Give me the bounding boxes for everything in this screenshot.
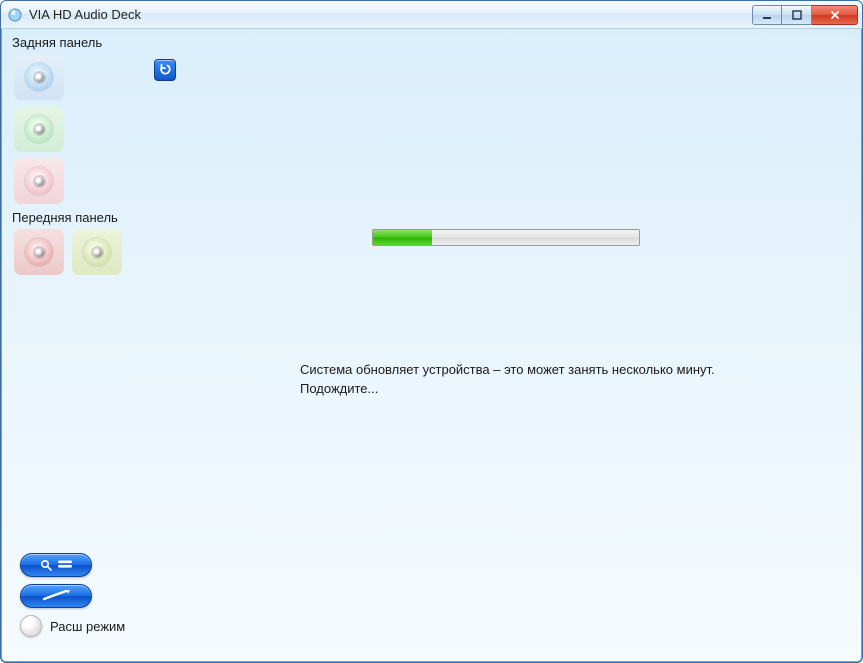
client-area: Задняя панель Передняя панель Система об… [2, 29, 861, 661]
sidebar: Задняя панель Передняя панель [6, 29, 176, 275]
rear-panel-label: Задняя панель [6, 29, 176, 54]
jack-line-in[interactable] [14, 54, 64, 100]
status-message: Система обновляет устройства – это может… [300, 361, 715, 399]
mode-row: Расш режим [20, 615, 190, 637]
window-buttons [752, 5, 858, 25]
jack-front-hp[interactable] [72, 229, 122, 275]
app-window: VIA HD Audio Deck Задняя панель Передняя… [0, 0, 863, 663]
close-button[interactable] [812, 5, 858, 25]
jack-line-out[interactable] [14, 106, 64, 152]
window-title: VIA HD Audio Deck [29, 7, 752, 22]
settings-button[interactable] [20, 553, 92, 577]
titlebar: VIA HD Audio Deck [1, 1, 862, 29]
jack-front-mic[interactable] [14, 229, 64, 275]
jack-mic[interactable] [14, 158, 64, 204]
undo-icon [158, 62, 172, 79]
front-jack-group [6, 229, 176, 275]
pen-icon [36, 588, 76, 605]
bottom-controls: Расш режим [20, 553, 190, 637]
rear-jack-group [6, 54, 176, 204]
progress-bar [372, 229, 640, 246]
app-icon [7, 7, 23, 23]
maximize-button[interactable] [782, 5, 812, 25]
tools-icon [36, 557, 76, 574]
reset-button[interactable] [154, 59, 176, 81]
advanced-mode-label: Расш режим [50, 619, 125, 634]
minimize-button[interactable] [752, 5, 782, 25]
front-panel-label: Передняя панель [6, 204, 176, 229]
advanced-mode-toggle[interactable] [20, 615, 42, 637]
progress-fill [373, 230, 432, 245]
info-button[interactable] [20, 584, 92, 608]
